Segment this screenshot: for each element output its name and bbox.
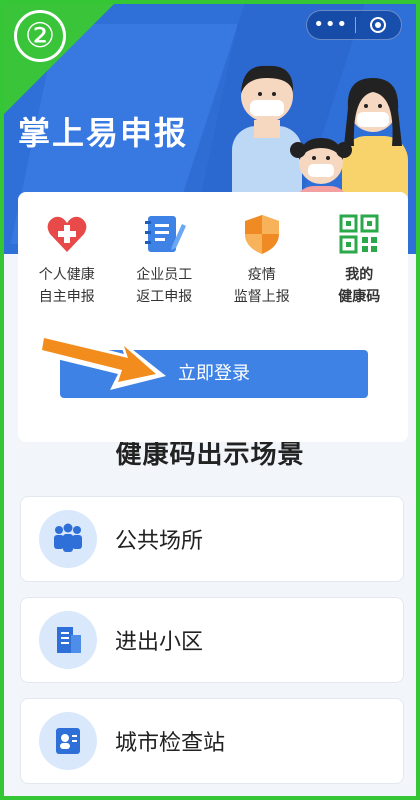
target-icon	[370, 17, 387, 33]
qr-code-icon	[339, 214, 379, 254]
people-group-icon	[54, 523, 82, 552]
menu-label-line1: 我的	[345, 267, 374, 283]
app-title: 掌上易申报	[18, 114, 189, 152]
menu-item-personal-health[interactable]: 个人健康 自主申报	[22, 212, 112, 308]
menu-label-line1: 企业员工	[136, 267, 193, 283]
step-number: ②	[14, 10, 66, 62]
menu-label-line1: 疫情	[247, 267, 276, 283]
close-miniprogram-button[interactable]	[355, 17, 401, 33]
menu-label-line2: 自主申报	[38, 289, 95, 305]
scene-label: 公共场所	[115, 529, 204, 554]
scene-label: 进出小区	[115, 630, 204, 655]
scene-icon-circle	[39, 712, 97, 770]
menu-label-line2: 返工申报	[136, 289, 193, 305]
scene-icon-circle	[39, 611, 97, 669]
heart-plus-icon	[47, 216, 87, 252]
menu-item-my-health-code[interactable]: 我的 健康码	[314, 212, 404, 308]
miniprogram-capsule: •••	[306, 10, 402, 40]
scene-label: 城市检查站	[115, 731, 226, 756]
menu-item-employee-return[interactable]: 企业员工 返工申报	[119, 212, 209, 308]
service-card: 个人健康 自主申报 企业员工 返工申报 疫情 监督上报 我的 健康码	[18, 192, 408, 442]
notebook-pen-icon	[145, 216, 187, 252]
scene-icon-circle	[39, 510, 97, 568]
more-menu-button[interactable]: •••	[307, 11, 355, 39]
scene-city-checkpoint[interactable]: 城市检查站	[20, 698, 404, 784]
arrow-pointer-icon	[36, 332, 166, 390]
screen-frame: ② ••• 掌上易申报 个人健康 自主申报 企业员工 返工申报 疫情 监督上报 …	[0, 0, 420, 800]
scene-residential-entry[interactable]: 进出小区	[20, 597, 404, 683]
service-menu: 个人健康 自主申报 企业员工 返工申报 疫情 监督上报 我的 健康码	[18, 192, 408, 308]
menu-label-line1: 个人健康	[38, 267, 95, 283]
building-icon	[57, 627, 81, 653]
shield-icon	[244, 215, 279, 254]
menu-label-line2: 健康码	[338, 289, 381, 305]
scene-public-places[interactable]: 公共场所	[20, 496, 404, 582]
menu-label-line2: 监督上报	[233, 289, 290, 305]
menu-item-epidemic-report[interactable]: 疫情 监督上报	[217, 212, 307, 308]
id-card-icon	[56, 728, 80, 754]
